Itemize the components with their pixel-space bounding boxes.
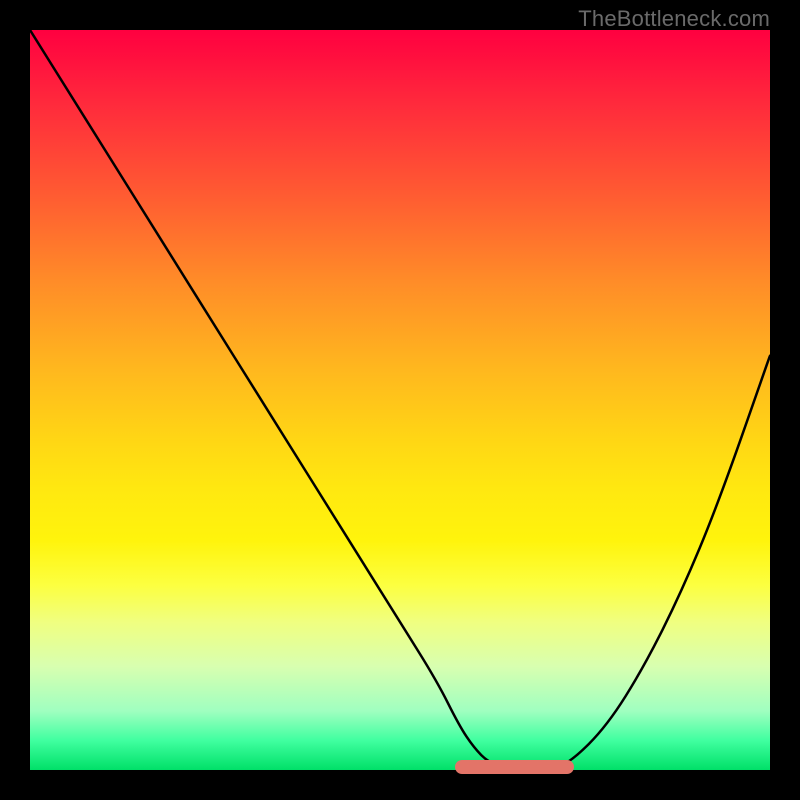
flat-minimum-marker (455, 760, 574, 774)
curve-layer (30, 30, 770, 770)
plot-area (30, 30, 770, 770)
bottleneck-chart: TheBottleneck.com (0, 0, 800, 800)
watermark-text: TheBottleneck.com (578, 6, 770, 32)
bottleneck-curve-path (30, 30, 770, 770)
